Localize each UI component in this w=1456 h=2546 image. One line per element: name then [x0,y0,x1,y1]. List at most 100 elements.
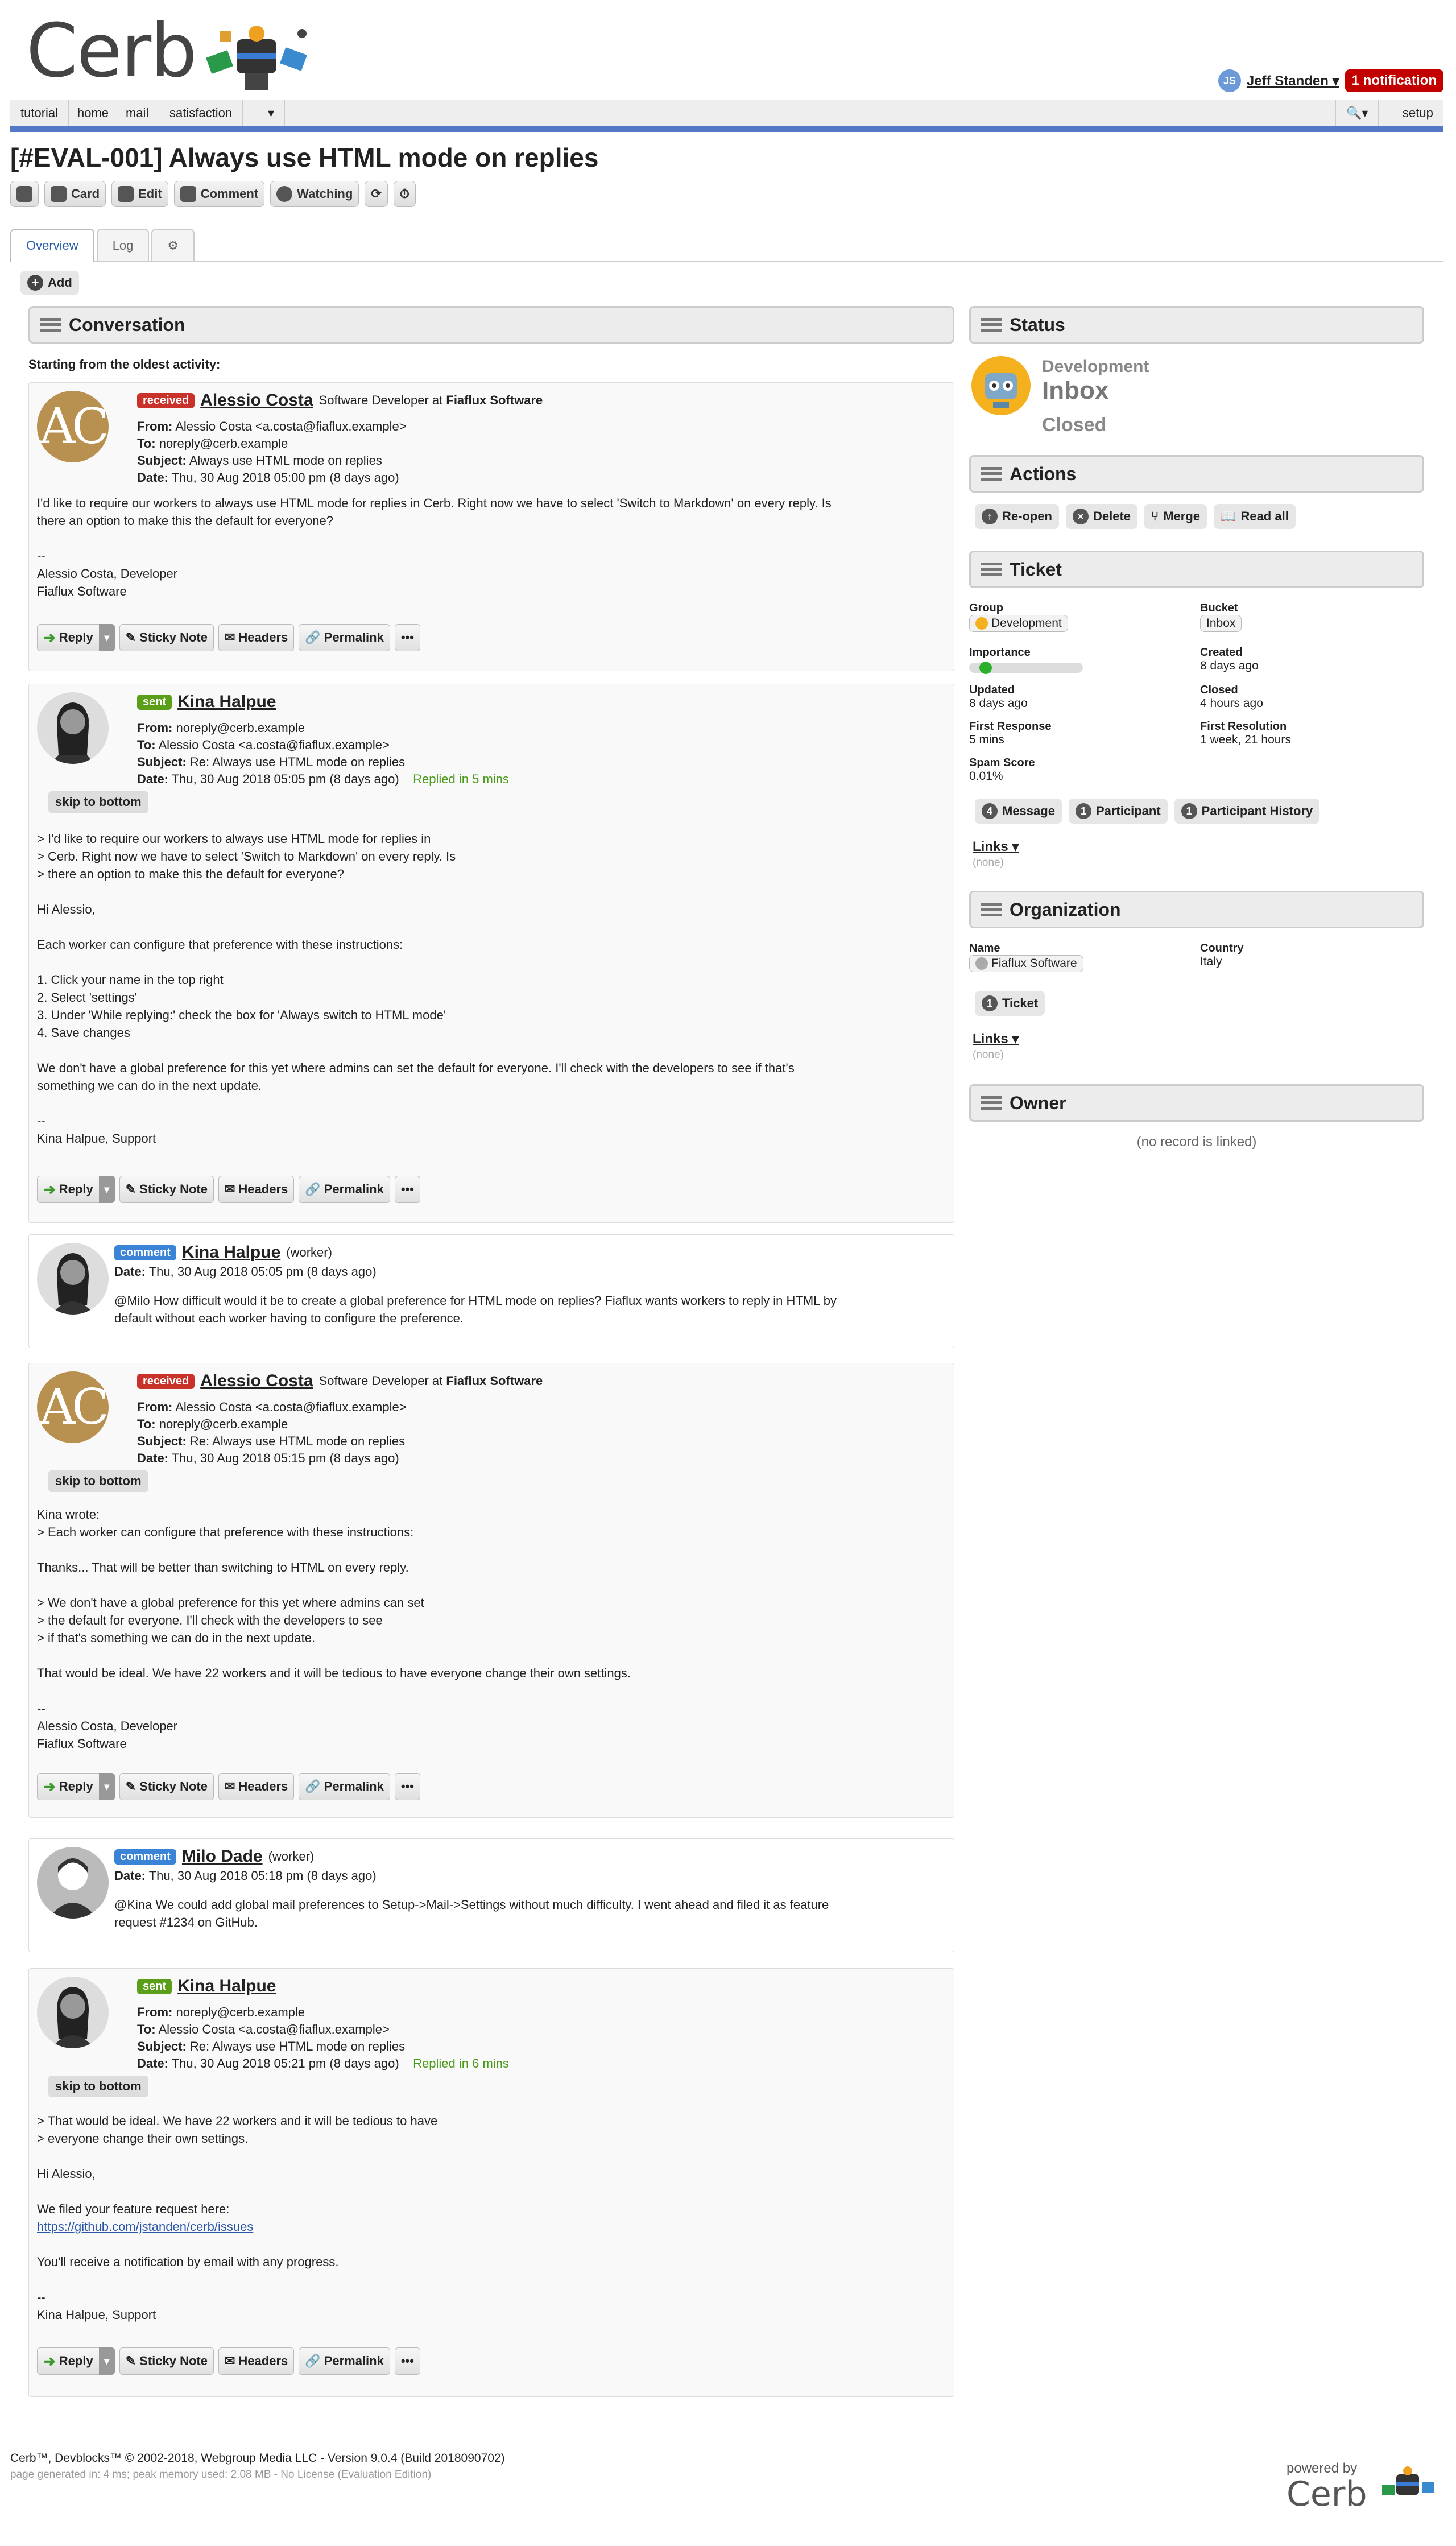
menu-icon[interactable] [40,318,61,332]
delete-button[interactable]: × Delete [1066,504,1138,529]
sender-name[interactable]: Kina Halpue [177,692,276,711]
reply-arrow-icon: ➜ [43,1778,56,1795]
timer-button[interactable]: ⏱ [393,181,416,207]
nav-item-satisfaction[interactable]: satisfaction [159,100,243,126]
bot-button[interactable] [10,181,39,207]
status-group[interactable]: Development [1042,357,1149,377]
sender-name[interactable]: Alessio Costa [200,1371,313,1390]
sticky-note-button[interactable]: ✎ Sticky Note [119,1176,214,1203]
more-button[interactable]: ••• [394,624,420,651]
conversation-header[interactable]: Conversation [28,306,954,344]
owner-header[interactable]: Owner [969,1084,1424,1122]
sticky-note-button[interactable]: ✎ Sticky Note [119,2347,214,2375]
user-name[interactable]: Jeff Standen ▾ [1247,73,1339,89]
reply-dropdown-chevron-icon[interactable]: ▾ [98,1176,115,1203]
sender-name[interactable]: Alessio Costa [200,391,313,410]
reply-button[interactable]: ➜ Reply ▾ [37,2347,115,2375]
nav-more-chevron-icon[interactable]: ▾ [258,100,286,126]
cerb-logo[interactable]: Cerb [26,14,311,93]
group-chip[interactable]: Development [969,615,1068,632]
github-issues-link[interactable]: https://github.com/jstanden/cerb/issues [37,2220,253,2234]
participants-button[interactable]: 1 Participant [1068,799,1168,824]
headers-button[interactable]: ✉ Headers [218,1176,295,1203]
add-button[interactable]: + Add [20,271,79,295]
more-button[interactable]: ••• [394,2347,420,2375]
skip-to-bottom-button[interactable]: skip to bottom [48,2076,148,2097]
sender-org[interactable]: Fiaflux Software [446,1374,543,1388]
headers-button[interactable]: ✉ Headers [218,2347,295,2375]
message-2: sent Kina Halpue From: noreply@cerb.examp… [28,684,954,1223]
reply-label: Reply [59,1182,93,1196]
tab-bar: Overview Log ⚙ [10,229,1443,262]
status-header[interactable]: Status [969,306,1424,344]
country-value: Italy [1200,955,1222,968]
nav-item-mail[interactable]: mail [115,100,160,126]
watching-button[interactable]: Watching [270,181,359,207]
messages-button[interactable]: 4 Message [975,799,1062,824]
reply-button[interactable]: ➜ Reply ▾ [37,1176,115,1203]
comment-button[interactable]: Comment [173,181,265,207]
tab-log[interactable]: Log [96,229,150,261]
menu-icon[interactable] [981,318,1002,332]
sticky-note-button[interactable]: ✎ Sticky Note [119,1773,214,1800]
actions-header[interactable]: Actions [969,455,1424,493]
organization-header[interactable]: Organization [969,891,1424,928]
headers-button[interactable]: ✉ Headers [218,624,295,651]
org-tickets-button[interactable]: 1 Ticket [975,991,1045,1016]
field-spam-score: Spam Score 0.01% [969,757,1035,783]
message-meta: From: noreply@cerb.example To: Alessio C… [137,721,509,786]
date-value: Thu, 30 Aug 2018 05:21 pm (8 days ago) [171,2056,399,2070]
nav-search-icon[interactable]: 🔍▾ [1335,100,1379,126]
reply-button[interactable]: ➜ Reply ▾ [37,624,115,651]
bucket-chip[interactable]: Inbox [1200,615,1242,632]
sticky-note-button[interactable]: ✎ Sticky Note [119,624,214,651]
notifications-badge[interactable]: 1 notification [1345,69,1443,92]
permalink-button[interactable]: 🔗 Permalink [299,624,390,651]
reopen-icon: ↑ [982,509,998,524]
refresh-button[interactable]: ⟳ [365,181,388,207]
tab-overview[interactable]: Overview [10,229,94,262]
status-bucket[interactable]: Inbox [1042,377,1108,405]
tab-settings-gear-icon[interactable]: ⚙ [151,229,195,261]
menu-icon[interactable] [981,467,1002,481]
avatar-kina [37,692,109,764]
menu-icon[interactable] [981,1096,1002,1110]
card-label: Card [71,187,100,201]
merge-icon: ⑂ [1151,509,1159,523]
merge-button[interactable]: ⑂ Merge [1144,504,1207,529]
powered-by-logo[interactable]: Cerb [1287,2474,1367,2514]
org-chip[interactable]: Fiaflux Software [969,955,1083,972]
edit-button[interactable]: Edit [111,181,168,207]
sender-name[interactable]: Kina Halpue [177,1977,276,1995]
permalink-button[interactable]: 🔗 Permalink [299,2347,390,2375]
more-button[interactable]: ••• [394,1176,420,1203]
participant-history-button[interactable]: 1 Participant History [1174,799,1320,824]
author-name[interactable]: Milo Dade [182,1847,263,1866]
menu-icon[interactable] [981,903,1002,916]
sender-org[interactable]: Fiaflux Software [446,393,543,407]
reply-button[interactable]: ➜ Reply ▾ [37,1773,115,1800]
reply-dropdown-chevron-icon[interactable]: ▾ [98,624,115,651]
reopen-button[interactable]: ↑ Re-open [975,504,1059,529]
permalink-button[interactable]: 🔗 Permalink [299,1773,390,1800]
ticket-header[interactable]: Ticket [969,551,1424,588]
nav-setup[interactable]: setup [1392,100,1443,126]
read-all-button[interactable]: 📖 Read all [1214,504,1296,529]
nav-item-home[interactable]: home [67,100,120,126]
more-button[interactable]: ••• [394,1773,420,1800]
org-links-dropdown[interactable]: Links ▾ [973,1031,1019,1047]
menu-icon[interactable] [981,563,1002,576]
group-label: Group [969,602,1003,614]
nav-item-tutorial[interactable]: tutorial [10,100,69,126]
card-button[interactable]: Card [44,181,106,207]
reply-dropdown-chevron-icon[interactable]: ▾ [98,1773,115,1800]
avatar-alessio: AC [37,1371,109,1443]
permalink-button[interactable]: 🔗 Permalink [299,1176,390,1203]
skip-to-bottom-button[interactable]: skip to bottom [48,1470,148,1492]
headers-button[interactable]: ✉ Headers [218,1773,295,1800]
reply-dropdown-chevron-icon[interactable]: ▾ [98,2347,115,2375]
author-name[interactable]: Kina Halpue [182,1243,280,1262]
links-dropdown[interactable]: Links ▾ [973,838,1019,855]
skip-to-bottom-button[interactable]: skip to bottom [48,791,148,813]
user-menu[interactable]: JS Jeff Standen ▾ 1 notification [1218,69,1443,92]
